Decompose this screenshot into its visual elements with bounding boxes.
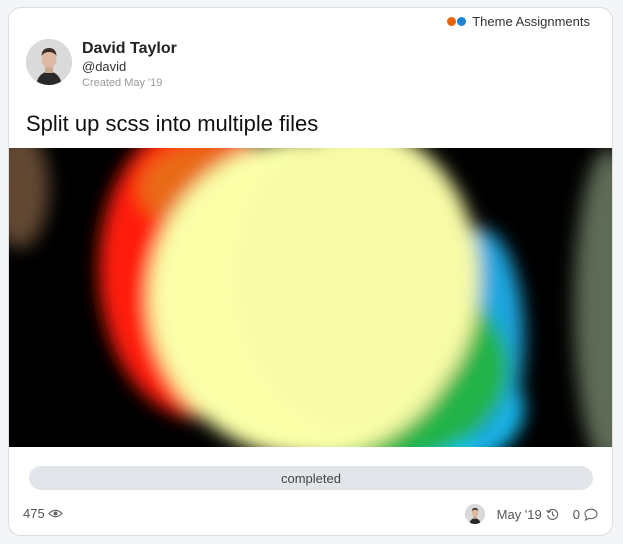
comment-icon xyxy=(584,508,598,521)
avatar[interactable] xyxy=(26,39,72,85)
created-date: Created May '19 xyxy=(82,77,163,89)
last-poster-avatar[interactable] xyxy=(464,504,485,524)
status-tag: completed xyxy=(29,466,593,490)
category-dot-blue xyxy=(457,17,467,26)
view-count-value: 475 xyxy=(23,506,45,521)
category-dot-orange xyxy=(447,17,457,26)
author-handle: @david xyxy=(82,59,127,74)
author-name[interactable]: David Taylor xyxy=(82,39,177,59)
topic-title[interactable]: Split up scss into multiple files xyxy=(26,111,318,137)
category-color-dots xyxy=(447,17,467,26)
category-label: Theme Assignments xyxy=(472,14,590,29)
topic-meta: May '19 0 xyxy=(464,504,598,524)
category-badge[interactable]: Theme Assignments xyxy=(447,14,590,29)
last-activity-date[interactable]: May '19 xyxy=(497,507,542,522)
topic-card[interactable]: Theme Assignments David Taylor @david Cr… xyxy=(8,7,613,536)
topic-image[interactable] xyxy=(9,148,612,447)
history-icon xyxy=(545,508,559,521)
reply-count[interactable]: 0 xyxy=(573,507,580,522)
author-block: David Taylor @david Created May '19 xyxy=(26,39,177,91)
eye-icon xyxy=(47,508,63,519)
view-count: 475 xyxy=(23,506,63,521)
